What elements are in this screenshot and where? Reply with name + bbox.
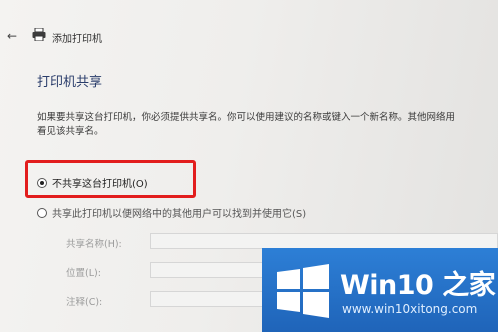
back-arrow-icon[interactable]: ← <box>7 29 17 43</box>
location-label: 位置(L): <box>66 268 101 279</box>
watermark-url: www.win10xitong.com <box>342 302 478 316</box>
share-option[interactable]: 共享此打印机以便网络中的其他用户可以找到并使用它(S) <box>37 205 306 220</box>
highlight-box <box>25 160 196 198</box>
comment-input[interactable] <box>150 291 270 307</box>
dialog-title: 添加打印机 <box>52 34 102 45</box>
share-name-input[interactable] <box>150 233 498 249</box>
share-label: 共享此打印机以便网络中的其他用户可以找到并使用它(S) <box>52 209 307 220</box>
share-name-label: 共享名称(H): <box>66 239 122 250</box>
share-radio[interactable] <box>37 207 47 218</box>
win10-watermark: Win10 之家 www.win10xitong.com <box>262 248 498 332</box>
printer-icon <box>32 28 46 41</box>
section-description: 如果要共享这台打印机，你必须提供共享名。你可以使用建议的名称或键入一个新名称。其… <box>37 112 456 137</box>
watermark-brand: Win10 之家 <box>340 270 496 301</box>
windows-logo-icon <box>277 264 329 318</box>
add-printer-window: ← 添加打印机 打印机共享 如果要共享这台打印机，你必须提供共享名。你可以使用建… <box>0 0 498 332</box>
section-title: 打印机共享 <box>37 75 103 90</box>
comment-label: 注释(C): <box>66 297 103 308</box>
